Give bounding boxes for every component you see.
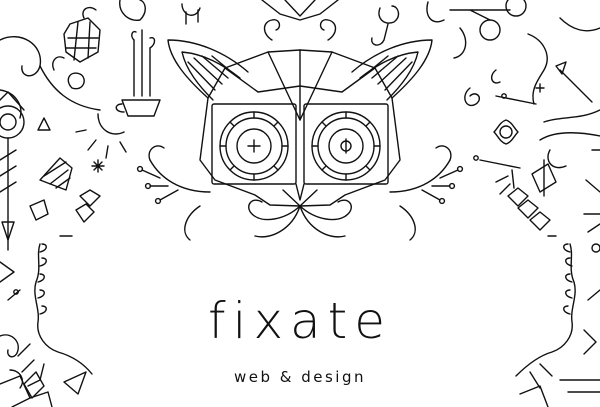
lemur-left-eye: [220, 112, 288, 180]
right-side-spray: [474, 110, 600, 196]
left-sparkles: [30, 118, 104, 222]
triangle-icon: [38, 118, 50, 130]
right-berry-branch: [390, 146, 462, 240]
lemur-right-eye: [312, 112, 380, 180]
right-diamond-chain: [508, 188, 556, 236]
star-icon: [92, 160, 104, 172]
pencil-icon: [560, 70, 592, 102]
brand-tagline: web & design: [233, 368, 366, 386]
top-crown-ornament: [262, 0, 338, 40]
right-top-vine: [454, 18, 600, 105]
left-berry-branch: [138, 146, 210, 240]
sun-rays-icon: [76, 114, 126, 158]
flower-bud-icon: [120, 0, 200, 24]
lemur-right-ear: [352, 40, 432, 98]
feather-leaf-icon: [40, 158, 72, 190]
left-leaf-vine: [0, 37, 100, 118]
right-flower-icon: [494, 120, 518, 144]
diamond-chain-icon: [76, 190, 100, 222]
lemur-whisker-left: [249, 200, 300, 219]
pinecone-icon: [64, 8, 100, 62]
lemur-whisker-right: [300, 200, 351, 219]
scissors-icon: [450, 0, 526, 40]
teacup-icon: [122, 100, 160, 116]
fountain-stems-icon: [116, 30, 160, 116]
right-flower-bud-icon: [372, 2, 444, 45]
lemur-face: [168, 40, 432, 237]
lemur-left-ear: [168, 40, 248, 98]
brand-title: fixate: [207, 292, 393, 350]
lemur-muzzle: [296, 184, 304, 200]
jar-icon: [30, 200, 48, 220]
